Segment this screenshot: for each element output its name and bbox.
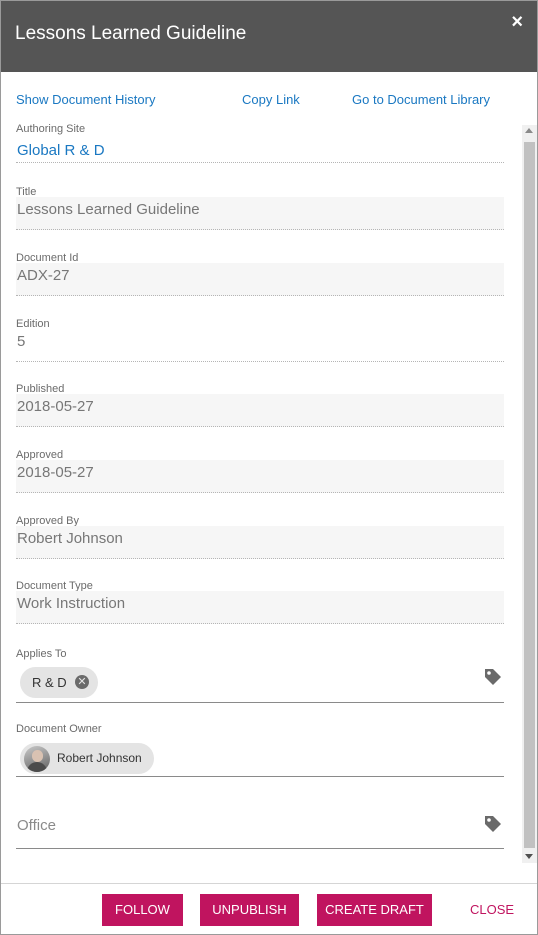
- document-type-text: Work Instruction: [17, 595, 126, 612]
- published-field: Published 2018-05-27: [16, 383, 504, 427]
- document-links: Show Document History Copy Link Go to Do…: [1, 92, 537, 110]
- close-icon[interactable]: ×: [511, 12, 523, 32]
- document-id-field: Document Id ADX-27: [16, 252, 504, 296]
- properties-scroll-area[interactable]: Authoring Site Global R & D Title Lesson…: [1, 121, 537, 863]
- applies-to-input[interactable]: R & D ✕: [16, 662, 504, 703]
- title-text: Lessons Learned Guideline: [17, 201, 200, 218]
- edition-field: Edition 5: [16, 318, 504, 362]
- document-owner-chip[interactable]: Robert Johnson: [20, 743, 154, 774]
- vertical-scrollbar[interactable]: [522, 125, 537, 863]
- applies-to-chip-label: R & D: [32, 675, 67, 690]
- follow-button[interactable]: FOLLOW: [102, 894, 183, 926]
- document-type-value: Work Instruction: [16, 591, 504, 624]
- approved-by-value: Robert Johnson: [16, 526, 504, 559]
- office-input[interactable]: Office: [16, 805, 504, 849]
- document-id-value: ADX-27: [16, 263, 504, 296]
- published-value: 2018-05-27: [16, 394, 504, 427]
- document-owner-field: Document Owner Robert Johnson: [16, 723, 504, 777]
- document-owner-input[interactable]: Robert Johnson: [16, 737, 504, 777]
- edition-text: 5: [17, 333, 26, 350]
- create-draft-button[interactable]: CREATE DRAFT: [317, 894, 432, 926]
- approved-value: 2018-05-27: [16, 460, 504, 493]
- approved-text: 2018-05-27: [17, 464, 94, 481]
- document-type-field: Document Type Work Instruction: [16, 580, 504, 624]
- authoring-site-field: Authoring Site Global R & D: [16, 123, 504, 163]
- go-to-document-library-link[interactable]: Go to Document Library: [352, 92, 490, 107]
- close-button[interactable]: CLOSE: [470, 894, 514, 926]
- authoring-site-text[interactable]: Global R & D: [17, 141, 105, 161]
- tag-icon[interactable]: [483, 667, 503, 687]
- panel-title: Lessons Learned Guideline: [15, 23, 247, 44]
- edition-value: 5: [16, 329, 504, 362]
- document-id-text: ADX-27: [17, 267, 70, 284]
- title-value: Lessons Learned Guideline: [16, 197, 504, 230]
- copy-link[interactable]: Copy Link: [242, 92, 300, 107]
- approved-field: Approved 2018-05-27: [16, 449, 504, 493]
- tag-icon[interactable]: [483, 814, 503, 834]
- applies-to-field: Applies To R & D ✕: [16, 648, 504, 703]
- remove-chip-icon[interactable]: ✕: [75, 675, 89, 689]
- scrollbar-thumb[interactable]: [524, 142, 535, 848]
- show-document-history-link[interactable]: Show Document History: [16, 92, 155, 107]
- panel-footer: FOLLOW UNPUBLISH CREATE DRAFT CLOSE: [1, 883, 537, 934]
- approved-by-text: Robert Johnson: [17, 530, 123, 547]
- unpublish-button[interactable]: UNPUBLISH: [200, 894, 299, 926]
- office-placeholder: Office: [17, 817, 56, 834]
- applies-to-label: Applies To: [16, 648, 67, 660]
- document-properties-panel: Lessons Learned Guideline × Show Documen…: [0, 0, 538, 935]
- user-avatar: [24, 746, 50, 772]
- document-owner-label: Document Owner: [16, 723, 102, 735]
- panel-header: Lessons Learned Guideline ×: [1, 1, 537, 72]
- authoring-site-label: Authoring Site: [16, 123, 86, 135]
- authoring-site-value[interactable]: Global R & D: [16, 138, 504, 163]
- approved-by-field: Approved By Robert Johnson: [16, 515, 504, 559]
- document-owner-chip-label: Robert Johnson: [57, 751, 142, 765]
- scroll-up-arrow-icon[interactable]: [525, 128, 533, 133]
- applies-to-chip[interactable]: R & D ✕: [20, 667, 98, 698]
- title-field: Title Lessons Learned Guideline: [16, 186, 504, 230]
- published-text: 2018-05-27: [17, 398, 94, 415]
- scroll-down-arrow-icon[interactable]: [525, 854, 533, 859]
